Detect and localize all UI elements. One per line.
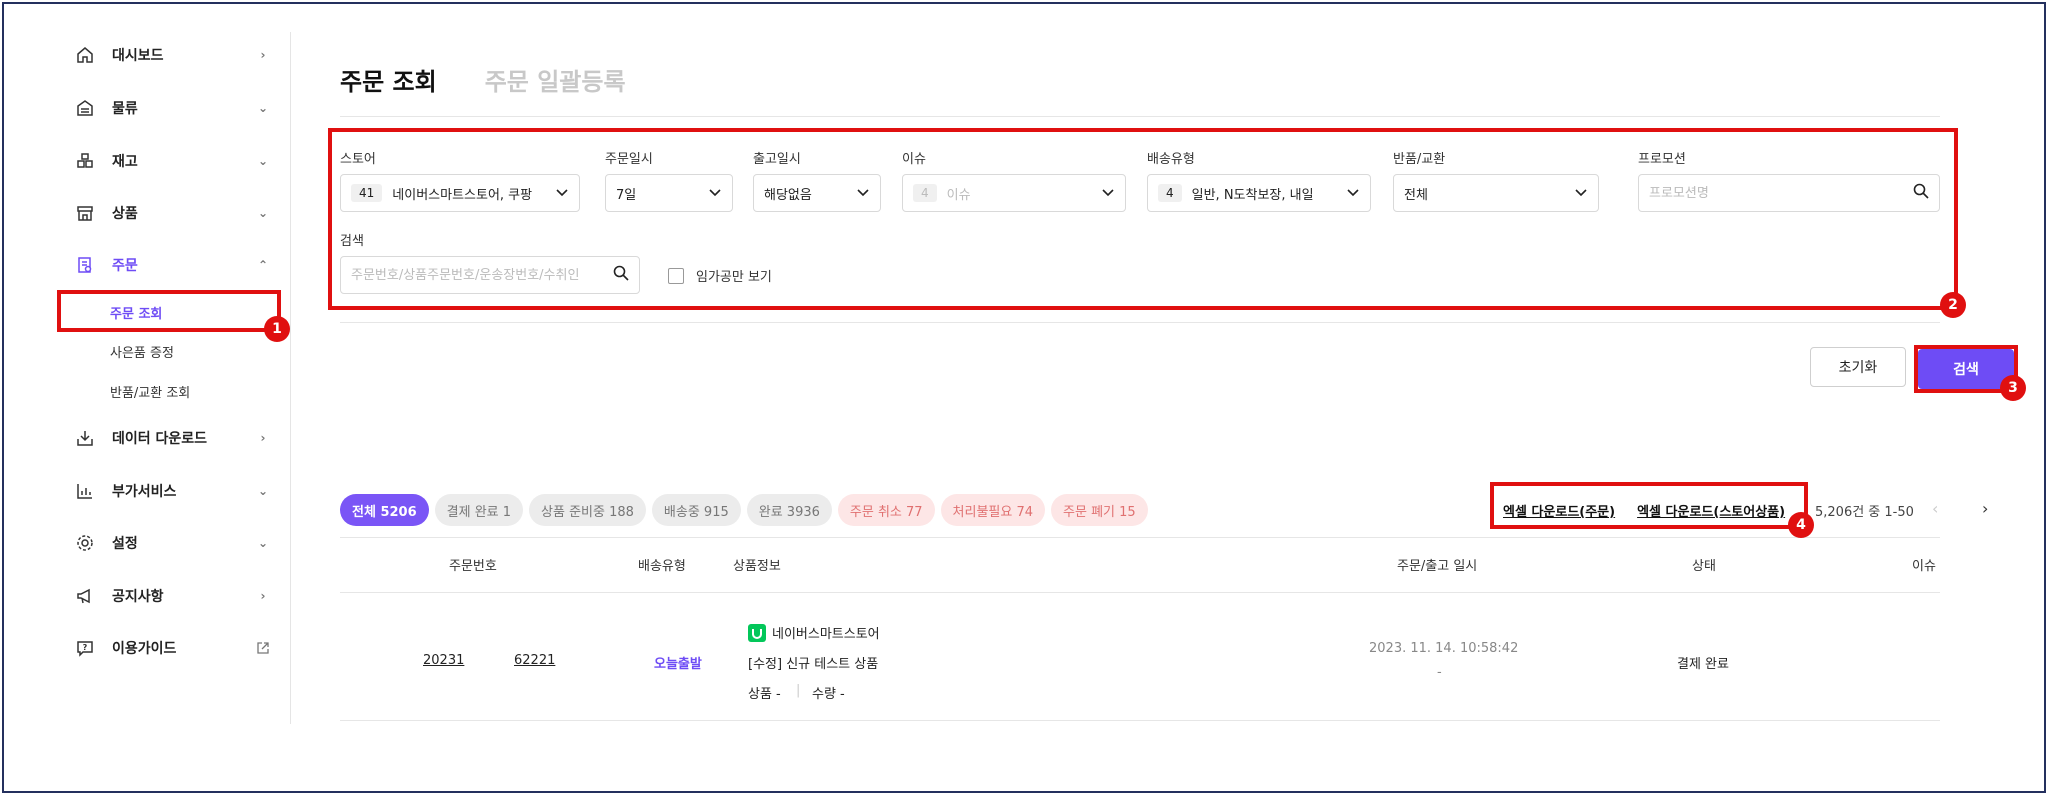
chip-complete[interactable]: 완료 3936 (746, 494, 832, 526)
product-qty-separator: | (796, 683, 801, 698)
sidebar-item-data-download[interactable]: 데이터 다운로드 › (74, 423, 270, 453)
product-order-number-link[interactable]: 62221 (514, 653, 555, 668)
tab-bulk-register[interactable]: 주문 일괄등록 (485, 62, 626, 97)
sidebar-subitem-gift[interactable]: 사은품 증정 (110, 339, 174, 363)
status-filter-chips: 전체 5206 결제 완료 1 상품 준비중 188 배송중 915 완료 39… (340, 494, 1148, 526)
sidebar-item-label: 이용가이드 (112, 641, 177, 657)
table-bottom-divider (340, 720, 1940, 721)
store-info: 네이버스마트스토어 (748, 623, 880, 642)
delivery-type-badge: 오늘출발 (654, 657, 702, 672)
annotation-box-4 (1490, 482, 1808, 529)
annotation-badge-2: 2 (1940, 292, 1966, 318)
annotation-badge-1: 1 (264, 316, 290, 342)
store-name: 네이버스마트스토어 (772, 627, 880, 642)
sidebar-item-products[interactable]: 상품 ⌄ (74, 198, 270, 228)
chip-no-processing[interactable]: 처리불필요 74 (940, 494, 1046, 526)
sidebar-item-label: 공지사항 (112, 589, 164, 605)
help-icon: ? (74, 637, 96, 659)
svg-text:?: ? (83, 643, 88, 652)
chevron-down-icon: ⌄ (257, 536, 269, 550)
chip-preparing[interactable]: 상품 준비중 188 (529, 494, 646, 526)
annotation-badge-3: 3 (2000, 375, 2026, 401)
product-label: 상품 - (748, 687, 781, 702)
chevron-down-icon: ⌄ (257, 484, 269, 498)
sidebar-item-label: 재고 (112, 154, 138, 170)
sidebar-item-orders[interactable]: 주문 ⌃ (74, 250, 270, 280)
screenshot-frame (2, 2, 2046, 793)
sidebar-item-label: 대시보드 (112, 48, 164, 64)
chevron-up-icon: ⌃ (257, 258, 269, 272)
sidebar-item-label: 데이터 다운로드 (112, 431, 208, 447)
boxes-icon (74, 150, 96, 172)
megaphone-icon (74, 585, 96, 607)
sidebar-divider (290, 32, 291, 724)
naver-store-icon (748, 623, 766, 642)
annotation-box-1 (57, 290, 281, 332)
sidebar-item-label: 부가서비스 (112, 484, 177, 500)
col-header-status: 상태 (1692, 559, 1716, 574)
chip-paid[interactable]: 결제 완료 1 (434, 494, 524, 526)
pagination-info: 5,206건 중 1-50 (1815, 505, 1914, 520)
order-icon (74, 254, 96, 276)
annotation-badge-4: 4 (1788, 512, 1814, 538)
warehouse-icon (74, 97, 96, 119)
sidebar: 대시보드 › 물류 ⌄ 재고 ⌄ 상품 ⌄ 주문 ⌃ 주문 조회 사은품 증정 … (0, 0, 291, 795)
sidebar-item-label: 주문 (112, 258, 138, 274)
annotation-box-2 (328, 128, 1958, 310)
chip-all[interactable]: 전체 5206 (340, 494, 429, 526)
sidebar-item-label: 상품 (112, 206, 138, 222)
filter-divider (340, 322, 1940, 323)
sidebar-subitem-returns[interactable]: 반품/교환 조회 (110, 379, 190, 403)
sidebar-item-user-guide[interactable]: ? 이용가이드 (74, 633, 270, 663)
external-link-icon (256, 641, 270, 655)
sidebar-item-dashboard[interactable]: 대시보드 › (74, 40, 270, 70)
col-header-product-info: 상품정보 (733, 559, 781, 574)
sidebar-item-inventory[interactable]: 재고 ⌄ (74, 146, 270, 176)
sidebar-item-extra-services[interactable]: 부가서비스 ⌄ (74, 476, 270, 506)
chip-cancelled[interactable]: 주문 취소 77 (837, 494, 935, 526)
chevron-right-icon: › (260, 589, 266, 603)
chart-icon (74, 480, 96, 502)
chevron-down-icon: ⌄ (257, 206, 269, 220)
order-datetime: 2023. 11. 14. 10:58:42 (1369, 641, 1519, 656)
chevron-down-icon: ⌄ (257, 154, 269, 168)
home-icon (74, 44, 96, 66)
order-status: 결제 완료 (1677, 657, 1729, 672)
col-header-delivery-type: 배송유형 (638, 559, 686, 574)
pagination-next-button[interactable]: › (1982, 499, 1988, 518)
chip-discarded[interactable]: 주문 폐기 15 (1051, 494, 1148, 526)
chevron-right-icon: › (260, 431, 266, 445)
sidebar-item-notices[interactable]: 공지사항 › (74, 581, 270, 611)
store-icon (74, 202, 96, 224)
product-name: [수정] 신규 테스트 상품 (748, 657, 879, 672)
ship-datetime: - (1437, 665, 1442, 680)
gear-icon (74, 532, 96, 554)
sidebar-item-logistics[interactable]: 물류 ⌄ (74, 93, 270, 123)
sidebar-item-settings[interactable]: 설정 ⌄ (74, 528, 270, 558)
download-icon (74, 427, 96, 449)
col-header-order-ship-date: 주문/출고 일시 (1397, 559, 1478, 574)
reset-button[interactable]: 초기화 (1810, 347, 1906, 387)
qty-label: 수량 - (812, 687, 845, 702)
sidebar-item-label: 물류 (112, 101, 138, 117)
order-number-link[interactable]: 20231 (423, 653, 464, 668)
chevron-right-icon: › (260, 48, 266, 62)
pagination-prev-button[interactable]: ‹ (1932, 499, 1938, 518)
page-tabs: 주문 조회 주문 일괄등록 (340, 62, 626, 97)
header-divider (340, 116, 1940, 117)
table-header-divider (340, 592, 1940, 593)
col-header-issue: 이슈 (1912, 559, 1936, 574)
tab-order-lookup[interactable]: 주문 조회 (340, 62, 437, 97)
sidebar-item-label: 설정 (112, 536, 138, 552)
table-top-divider (340, 537, 1940, 538)
chip-shipping[interactable]: 배송중 915 (651, 494, 741, 526)
col-header-order-no: 주문번호 (449, 559, 497, 574)
chevron-down-icon: ⌄ (257, 101, 269, 115)
